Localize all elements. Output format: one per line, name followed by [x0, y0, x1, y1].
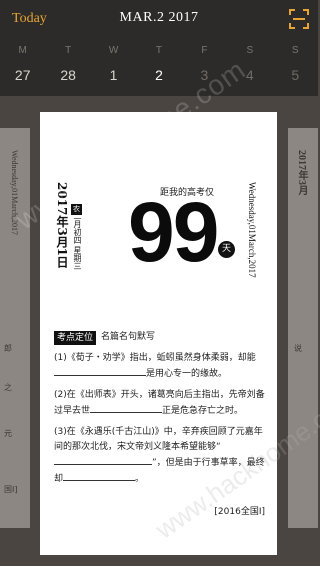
side-text-fragment: 说 — [294, 344, 302, 353]
day-row: 27 28 1 2 3 4 5 — [0, 62, 318, 88]
vertical-date: 2017年3月1日 — [55, 182, 69, 269]
scan-icon[interactable] — [289, 9, 309, 29]
day-cell-selected[interactable]: 2 — [136, 62, 181, 88]
side-text-fragment: 元 — [4, 429, 12, 438]
section-title: 名篇名句默写 — [101, 332, 156, 342]
side-text-fragment: 之 — [4, 383, 12, 392]
day-cell[interactable]: 3 — [182, 62, 227, 88]
day-unit-badge: 天 — [218, 241, 235, 258]
side-text-fragment: 国Ⅰ] — [4, 485, 18, 494]
lunar-date: 二月初四 — [73, 212, 82, 244]
month-title: MAR.2 2017 — [119, 10, 199, 25]
side-date: 2017年3月 — [296, 150, 307, 195]
answer-blank — [54, 366, 146, 376]
calendar-header: Today MAR.2 2017 M T W T F S S 27 28 1 2… — [0, 0, 318, 96]
day-cell[interactable]: 5 — [273, 62, 318, 88]
countdown-number: 99 — [128, 185, 219, 279]
section-header: 考点定位 名篇名句默写 — [54, 330, 266, 345]
answer-blank — [63, 471, 136, 481]
day-cell[interactable]: 1 — [91, 62, 136, 88]
weekday-label: W — [108, 45, 119, 56]
day-cell[interactable]: 27 — [0, 62, 45, 88]
answer-blank — [54, 455, 152, 465]
section-tag: 考点定位 — [54, 330, 97, 345]
question-2: (2)在《出师表》开头，诸葛亮向后主指出，先帝刘备过早去世 正是危急存亡之时。 — [54, 388, 266, 419]
side-text-fragment: 郎 — [4, 344, 12, 353]
question-text: 正是危急存亡之时。 — [162, 406, 244, 416]
question-1: (1)《荀子・劝学》指出，蚯蚓虽然身体柔弱，却能是用心专一的缘故。 — [54, 351, 266, 382]
day-cell[interactable]: 4 — [227, 62, 272, 88]
weekday-label: T — [155, 45, 163, 56]
question-text: 是用心专一的缘故。 — [146, 369, 228, 379]
weekday-label: M — [18, 45, 27, 56]
weekday-label: F — [201, 45, 208, 56]
weekday-vertical: 星期三 — [73, 246, 82, 270]
question-text: 。 — [135, 474, 145, 484]
next-day-card[interactable]: 2017年3月 说 — [288, 128, 318, 528]
day-cell-selected-label: 2 — [155, 67, 163, 83]
weekday-label: S — [246, 45, 254, 56]
side-english-date: Wednesday,01March,2017 — [10, 150, 19, 236]
english-date: Wednesday,01March,2017 — [247, 182, 257, 278]
weekday-label: S — [291, 45, 299, 56]
weekday-row: M T W T F S S — [0, 45, 318, 56]
weekday-label: T — [65, 45, 72, 56]
answer-blank — [90, 403, 163, 413]
previous-day-card[interactable]: Wednesday,01March,2017 郎 之 元 国Ⅰ] — [0, 128, 30, 528]
question-text: (3)在《永遇乐(千古江山)》中，辛弃疾回顾了元嘉年间的那次北伐，宋文帝刘义隆本… — [54, 427, 263, 452]
question-text: (1)《荀子・劝学》指出，蚯蚓虽然身体柔弱，却能 — [54, 353, 256, 363]
day-cell[interactable]: 28 — [45, 62, 90, 88]
